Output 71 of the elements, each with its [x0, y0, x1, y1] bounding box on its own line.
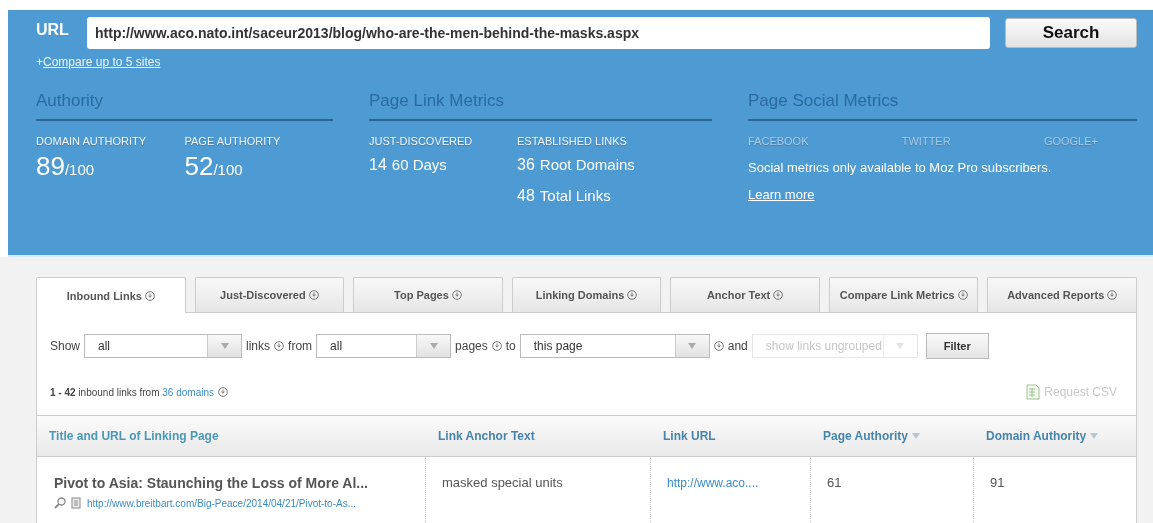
social-message: Social metrics only available to Moz Pro subscribers. — [748, 160, 1053, 175]
dropdown[interactable]: all — [316, 334, 452, 358]
info-icon — [957, 290, 968, 300]
metric-label: JUST-DISCOVERED — [369, 135, 474, 147]
info-icon — [491, 341, 502, 351]
metric-suffix: /100 — [213, 161, 243, 178]
metric-suffix: /100 — [64, 161, 95, 178]
search-button[interactable]: Search — [1005, 18, 1137, 48]
info-icon — [627, 290, 638, 300]
column-header[interactable]: Link URL — [663, 429, 716, 443]
metric-label: ESTABLISHED LINKS — [517, 135, 628, 147]
metric-unit: Total Links — [539, 187, 611, 204]
info-icon — [144, 290, 155, 301]
column-header[interactable]: Domain Authority — [986, 429, 1099, 443]
caret-icon — [687, 342, 698, 350]
page-url-link[interactable]: http://www.breitbart.com/Big-Peace/2014/04/21/Pivot-to-As... — [87, 497, 357, 509]
column-header[interactable]: Link Anchor Text — [438, 429, 535, 443]
tab[interactable]: Advanced Reports — [987, 277, 1138, 312]
column-header[interactable]: Page Authority — [823, 429, 920, 443]
filter-label: pages — [455, 339, 488, 353]
tab[interactable]: Anchor Text — [670, 277, 820, 312]
filter-label: and — [727, 339, 748, 353]
info-icon — [274, 341, 285, 351]
info-icon — [773, 290, 784, 300]
page-authority-value: 61 — [827, 475, 842, 490]
dropdown[interactable]: all — [84, 334, 243, 358]
metric-unit: 60 Days — [391, 156, 447, 173]
network-label: GOOGLE+ — [1043, 135, 1098, 147]
info-icon — [713, 341, 724, 351]
metric-value: 89 — [36, 151, 65, 181]
caret-icon — [895, 342, 906, 350]
domain-authority-value: 91 — [990, 475, 1005, 490]
network-label: TWITTER — [901, 135, 951, 147]
results-summary: 1 - 42 inbound links from 36 domains — [50, 386, 214, 398]
info-icon — [1107, 290, 1118, 300]
filter-label: links — [246, 339, 271, 353]
tab[interactable]: Top Pages — [353, 277, 503, 312]
filter-label: from — [288, 339, 313, 353]
metric-value: 36 — [517, 156, 535, 173]
metric-value: 48 — [517, 187, 535, 204]
metric-label: PAGE AUTHORITY — [184, 135, 282, 147]
plus-sign: + — [36, 55, 43, 69]
info-icon — [451, 290, 462, 300]
sort-icon[interactable] — [911, 433, 920, 439]
tab[interactable]: Compare Link Metrics — [828, 277, 979, 312]
metric-value: 14 — [369, 156, 387, 173]
page-title: Pivot to Asia: Staunching the Loss of More Al... — [54, 475, 369, 491]
metric-unit: Root Domains — [539, 156, 635, 173]
search-icon[interactable] — [54, 497, 66, 509]
tab[interactable]: Just-Discovered — [194, 277, 345, 312]
tab[interactable]: Inbound Links — [36, 277, 186, 313]
metric-label: DOMAIN AUTHORITY — [36, 135, 147, 147]
domains-link[interactable]: 36 domains — [162, 386, 214, 398]
filter-label: to — [505, 339, 516, 353]
info-icon — [218, 387, 228, 397]
filter-label: Show — [50, 339, 81, 353]
url-label: URL — [36, 21, 70, 39]
filter-button[interactable]: Filter — [925, 333, 989, 359]
sort-icon[interactable] — [1090, 433, 1099, 439]
tab[interactable]: Linking Domains — [511, 277, 662, 312]
info-icon — [308, 290, 319, 300]
url-field[interactable]: http://www.aco.nato.int/saceur2013/blog/who-are-the-men-behind-the-masks.aspx — [87, 17, 990, 49]
caret-icon — [428, 342, 439, 350]
link-url[interactable]: http://www.aco.... — [667, 476, 759, 490]
network-label: FACEBOOK — [748, 135, 809, 147]
spreadsheet-icon — [1026, 384, 1041, 400]
metric-value: 52 — [184, 151, 214, 181]
dropdown[interactable]: this page — [519, 334, 710, 358]
document-icon[interactable] — [71, 497, 82, 509]
caret-icon — [219, 342, 230, 350]
anchor-text: masked special units — [442, 475, 563, 490]
